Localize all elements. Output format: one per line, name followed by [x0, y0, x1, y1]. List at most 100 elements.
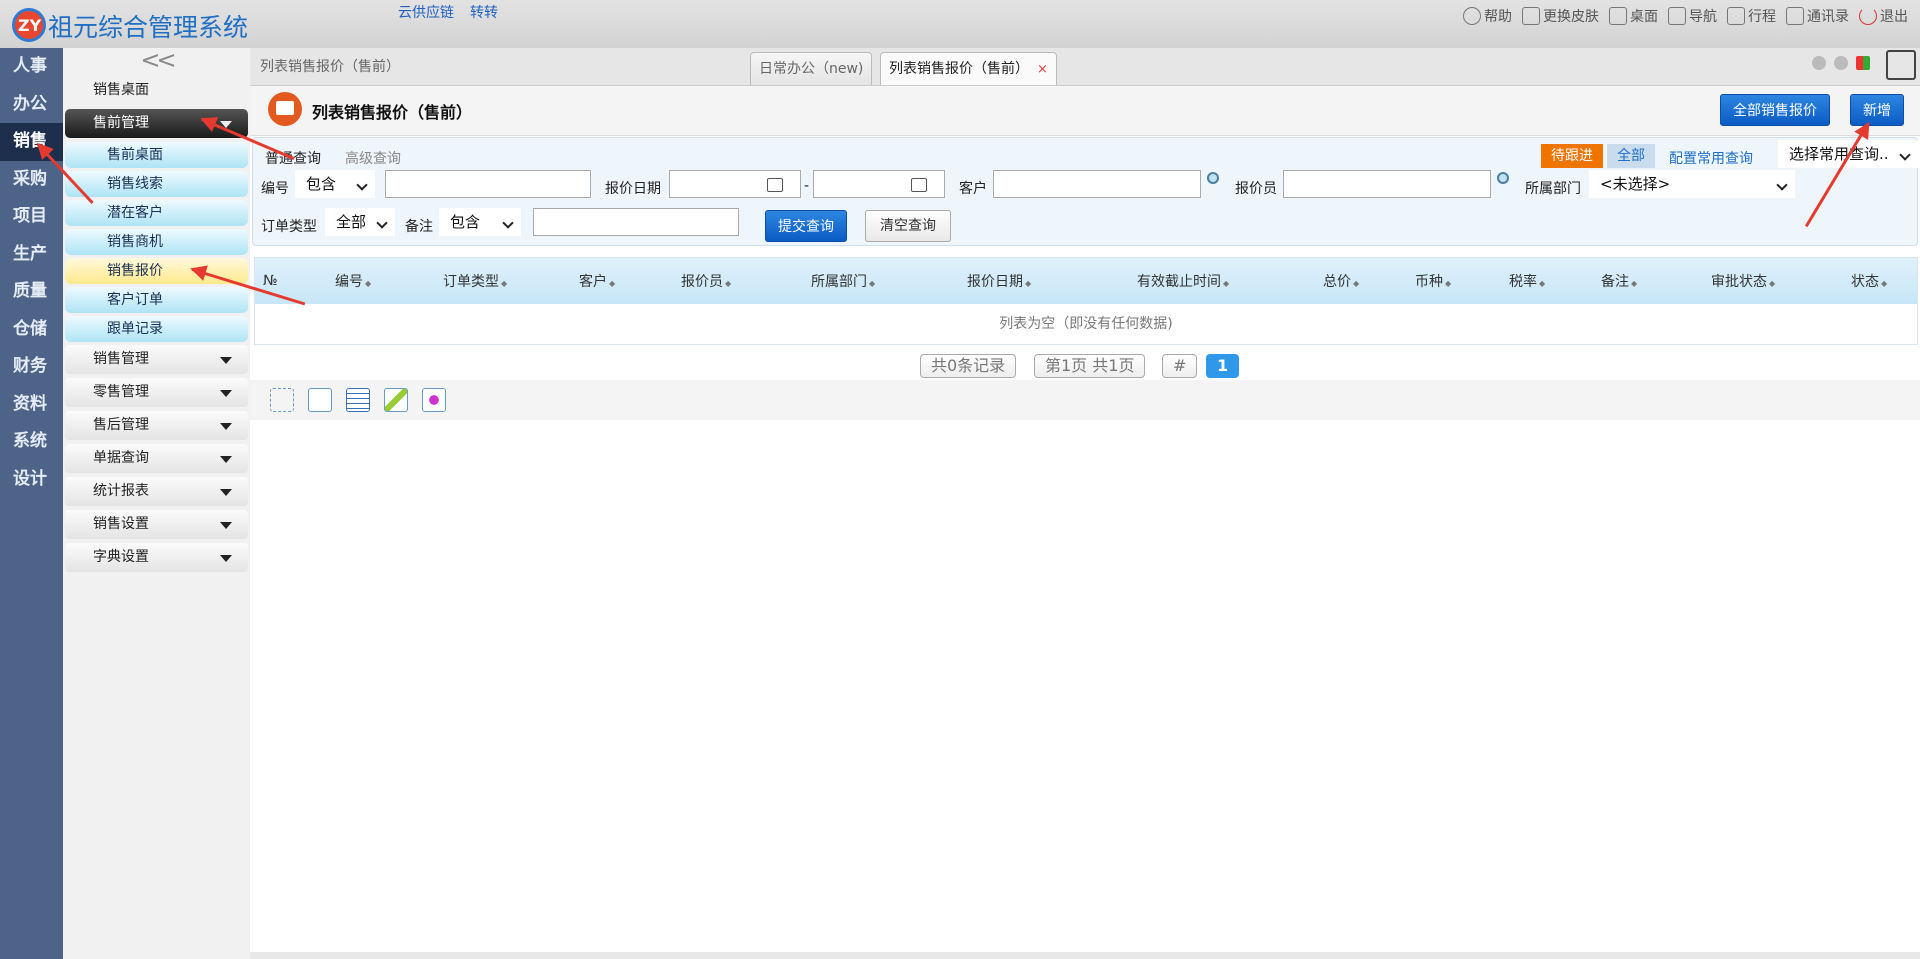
submit-query-button[interactable]: 提交查询: [765, 210, 847, 242]
collapse-sidebar-button[interactable]: <<: [67, 48, 246, 74]
menu-sales-settings[interactable]: 销售设置: [65, 510, 248, 539]
customer-input[interactable]: [993, 170, 1201, 198]
col-quote-date[interactable]: 报价日期 ◆: [967, 271, 1031, 291]
pager-current-page[interactable]: 1: [1206, 354, 1240, 378]
clear-query-button[interactable]: 清空查询: [865, 210, 951, 242]
code-input[interactable]: [385, 170, 591, 198]
menu-retail-management[interactable]: 零售管理: [65, 378, 248, 407]
add-new-button[interactable]: 新增: [1850, 94, 1904, 126]
app-title: 祖元综合管理系统: [48, 13, 249, 42]
pager-jump-button[interactable]: #: [1162, 354, 1198, 378]
category-sales[interactable]: 销售: [0, 123, 63, 161]
col-order-type[interactable]: 订单类型 ◆: [443, 271, 507, 291]
config-common-query-link[interactable]: 配置常用查询: [1669, 148, 1753, 168]
category-office[interactable]: 办公: [0, 86, 63, 124]
remark-input[interactable]: [533, 208, 739, 236]
tab-prev-icon[interactable]: [1812, 56, 1826, 70]
table-export-icon[interactable]: [346, 388, 370, 412]
change-skin-button[interactable]: 更换皮肤: [1522, 6, 1599, 26]
menu-presales[interactable]: 售前管理: [65, 109, 248, 138]
category-purchase[interactable]: 采购: [0, 161, 63, 199]
link-cloud-supply-chain[interactable]: 云供应链: [398, 2, 454, 22]
pager-total: 共0条记录: [920, 354, 1017, 378]
table-header: № 编号 ◆ 订单类型 ◆ 客户 ◆ 报价员 ◆ 所属部门 ◆ 报价日期 ◆ 有效截止时间 ◆…: [255, 258, 1917, 304]
menu-reports[interactable]: 统计报表: [65, 477, 248, 506]
pending-filter-tag[interactable]: 待跟进: [1541, 144, 1603, 168]
app-logo: ZY: [12, 8, 46, 42]
col-valid-until[interactable]: 有效截止时间 ◆: [1137, 271, 1229, 291]
help-button[interactable]: 帮助: [1463, 6, 1512, 26]
logout-button[interactable]: 退出: [1859, 6, 1908, 26]
category-finance[interactable]: 财务: [0, 348, 63, 386]
search-icon[interactable]: [1497, 172, 1509, 184]
document-icon[interactable]: [308, 388, 332, 412]
chevron-down-icon: [220, 390, 232, 397]
navigation-button[interactable]: 导航: [1668, 6, 1717, 26]
all-filter-tag[interactable]: 全部: [1607, 144, 1655, 168]
quoter-input[interactable]: [1283, 170, 1491, 198]
desktop-button[interactable]: 桌面: [1609, 6, 1658, 26]
category-hr[interactable]: 人事: [0, 48, 63, 86]
category-warehouse[interactable]: 仓储: [0, 311, 63, 349]
category-sidebar: 人事 办公 销售 采购 项目 生产 质量 仓储 财务 资料 系统 设计: [0, 48, 63, 959]
close-tab-icon[interactable]: ×: [1037, 62, 1048, 77]
submenu-followup-records[interactable]: 跟单记录: [65, 316, 248, 342]
tab-next-icon[interactable]: [1834, 56, 1848, 70]
department-label: 所属部门: [1525, 181, 1581, 197]
tab-daily-office[interactable]: 日常办公（new): [750, 52, 873, 85]
order-type-select[interactable]: 全部: [325, 208, 395, 236]
submenu-presales-desk[interactable]: 售前桌面: [65, 142, 248, 168]
menu-sales-desk[interactable]: 销售桌面: [65, 76, 248, 105]
menu-document-query[interactable]: 单据查询: [65, 444, 248, 473]
category-materials[interactable]: 资料: [0, 386, 63, 424]
submenu-potential-customers[interactable]: 潜在客户: [65, 200, 248, 226]
col-currency[interactable]: 币种 ◆: [1415, 271, 1451, 291]
submenu-opportunities[interactable]: 销售商机: [65, 229, 248, 255]
col-customer[interactable]: 客户 ◆: [579, 271, 615, 291]
code-label: 编号: [261, 181, 289, 197]
col-department[interactable]: 所属部门 ◆: [811, 271, 875, 291]
remark-operator-select[interactable]: 包含: [439, 208, 521, 236]
col-status[interactable]: 状态 ◆: [1851, 271, 1887, 291]
all-quotations-button[interactable]: 全部销售报价: [1720, 94, 1830, 126]
code-operator-select[interactable]: 包含: [295, 170, 375, 198]
category-production[interactable]: 生产: [0, 236, 63, 274]
tab-list-icon[interactable]: [1856, 56, 1870, 70]
calendar-icon[interactable]: [911, 178, 927, 192]
menu-dictionary-settings[interactable]: 字典设置: [65, 543, 248, 572]
category-system[interactable]: 系统: [0, 423, 63, 461]
empty-table-message: 列表为空（即没有任何数据): [999, 316, 1173, 332]
category-design[interactable]: 设计: [0, 461, 63, 499]
help-icon: [1463, 7, 1481, 25]
pager-page-info: 第1页 共1页: [1034, 354, 1146, 378]
edit-icon[interactable]: [384, 388, 408, 412]
col-quoter[interactable]: 报价员 ◆: [681, 271, 731, 291]
tab-sales-quotation[interactable]: 列表销售报价（售前） ×: [880, 52, 1057, 85]
quotation-table: № 编号 ◆ 订单类型 ◆ 客户 ◆ 报价员 ◆ 所属部门 ◆ 报价日期 ◆ 有效截止时间 ◆…: [254, 257, 1918, 345]
col-total-price[interactable]: 总价 ◆: [1323, 271, 1359, 291]
link-zhuanzhuan[interactable]: 转转: [470, 2, 498, 22]
puzzle-icon[interactable]: [422, 388, 446, 412]
col-approval-status[interactable]: 审批状态 ◆: [1711, 271, 1775, 291]
search-icon[interactable]: [1207, 172, 1219, 184]
col-remark[interactable]: 备注 ◆: [1601, 271, 1637, 291]
category-quality[interactable]: 质量: [0, 273, 63, 311]
tab-advanced-query[interactable]: 高级查询: [345, 148, 401, 168]
menu-sales-management[interactable]: 销售管理: [65, 345, 248, 374]
footer-bar: [250, 952, 1920, 959]
select-icon[interactable]: [270, 388, 294, 412]
menu-aftersales[interactable]: 售后管理: [65, 411, 248, 440]
calendar-icon[interactable]: [767, 178, 783, 192]
category-project[interactable]: 项目: [0, 198, 63, 236]
fullscreen-icon[interactable]: [1886, 50, 1916, 80]
schedule-button[interactable]: 行程: [1727, 6, 1776, 26]
col-tax-rate[interactable]: 税率 ◆: [1509, 271, 1545, 291]
grid-icon: [1668, 7, 1686, 25]
contacts-button[interactable]: 通讯录: [1786, 6, 1849, 26]
submenu-sales-leads[interactable]: 销售线索: [65, 171, 248, 197]
submenu-customer-orders[interactable]: 客户订单: [65, 287, 248, 313]
department-select[interactable]: <未选择>: [1589, 170, 1795, 198]
date-label: 报价日期: [605, 181, 661, 197]
home-icon: [1609, 7, 1627, 25]
col-code[interactable]: 编号 ◆: [335, 271, 371, 291]
